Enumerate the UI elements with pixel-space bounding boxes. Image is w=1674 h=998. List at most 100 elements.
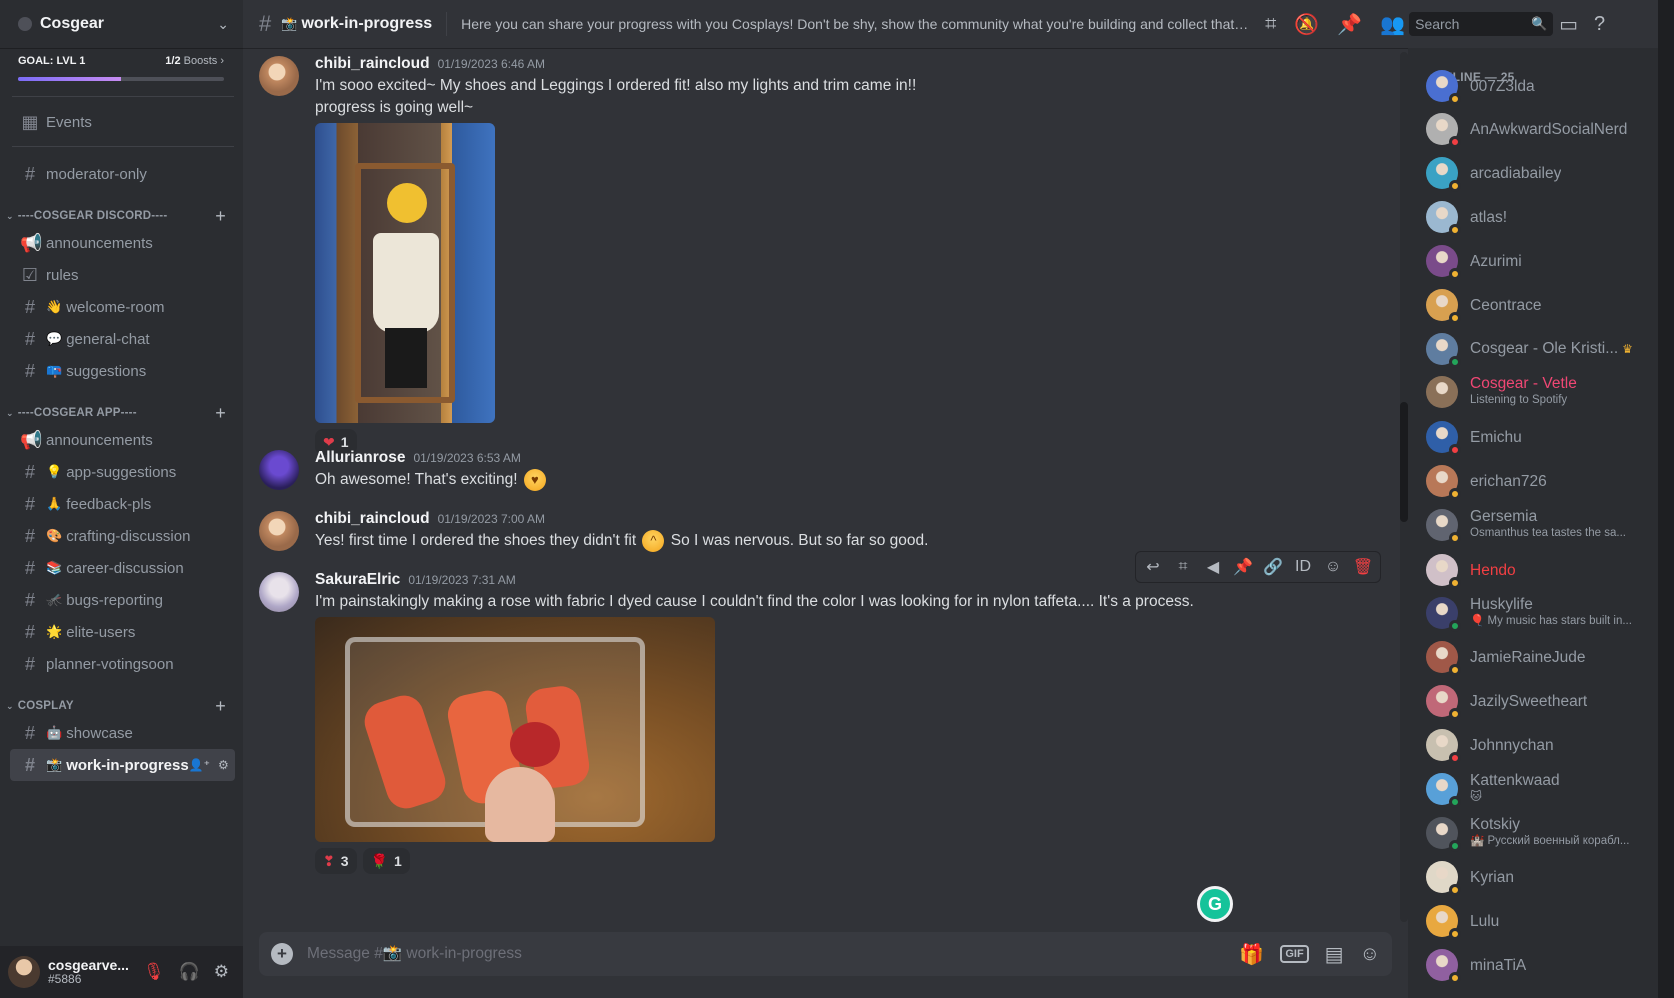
- member-item[interactable]: AnAwkwardSocialNerd: [1418, 108, 1650, 150]
- user-avatar[interactable]: [8, 956, 40, 988]
- member-item[interactable]: Azurimi: [1418, 240, 1650, 282]
- channel-welcome-room[interactable]: # 👋 welcome-room: [10, 291, 235, 323]
- server-header[interactable]: Cosgear ⌄: [0, 0, 243, 48]
- gear-icon[interactable]: ⚙: [218, 758, 229, 772]
- search-box[interactable]: 🔍: [1409, 12, 1554, 36]
- message[interactable]: Allurianrose 01/19/2023 6:53 AM Oh aweso…: [259, 447, 1389, 491]
- pin-icon[interactable]: 📌: [1230, 557, 1256, 577]
- reaction-rose[interactable]: 🌹 1: [362, 848, 410, 874]
- message-author[interactable]: chibi_raincloud: [315, 508, 430, 530]
- channel-topic[interactable]: Here you can share your progress with yo…: [461, 16, 1251, 32]
- channel-career-discussion[interactable]: # 📚 career-discussion: [10, 552, 235, 584]
- member-item[interactable]: erichan726: [1418, 460, 1650, 502]
- help-icon[interactable]: ?: [1594, 13, 1605, 36]
- add-reaction-icon[interactable]: ☺: [1320, 558, 1346, 576]
- grammarly-icon[interactable]: G: [1197, 886, 1233, 922]
- member-item[interactable]: 007Z3lda: [1418, 65, 1650, 107]
- add-channel-icon[interactable]: +: [215, 696, 226, 717]
- author-avatar[interactable]: [259, 450, 299, 490]
- status-idle-icon: [1449, 268, 1461, 280]
- scrollbar[interactable]: [1400, 52, 1408, 922]
- chevron-down-icon[interactable]: ⌄: [217, 16, 229, 33]
- pin-icon[interactable]: 📌: [1337, 12, 1362, 37]
- delete-icon[interactable]: 🗑: [1350, 557, 1376, 577]
- channel-crafting-discussion[interactable]: # 🎨 crafting-discussion: [10, 520, 235, 552]
- inbox-icon[interactable]: ▭: [1559, 12, 1578, 37]
- member-item[interactable]: Johnnychan: [1418, 724, 1650, 766]
- channel-label: career-discussion: [66, 559, 184, 577]
- copy-id-icon[interactable]: ID: [1290, 558, 1316, 576]
- add-channel-icon[interactable]: +: [215, 403, 226, 424]
- member-item[interactable]: JamieRaineJude: [1418, 636, 1650, 678]
- member-item[interactable]: atlas!: [1418, 196, 1650, 238]
- message-input[interactable]: [307, 945, 1240, 963]
- attachment-image[interactable]: [315, 617, 715, 842]
- create-thread-icon[interactable]: ⌗: [1170, 558, 1196, 576]
- mark-unread-icon[interactable]: ◀: [1200, 557, 1226, 577]
- gift-icon[interactable]: 🎁: [1239, 942, 1264, 967]
- mute-mic-icon[interactable]: 🎙: [143, 962, 165, 982]
- author-avatar[interactable]: [259, 56, 299, 96]
- headphones-icon[interactable]: 🎧: [179, 962, 200, 982]
- member-item[interactable]: Cosgear - Vetle Listening to Spotify: [1418, 371, 1650, 413]
- channel-planner-votingsoon[interactable]: # planner-votingsoon: [10, 648, 235, 680]
- member-item[interactable]: arcadiabailey: [1418, 152, 1650, 194]
- category-cosgear-discord[interactable]: ⌄ ----COSGEAR DISCORD---- +: [6, 206, 234, 227]
- member-item[interactable]: minaTiA: [1418, 944, 1650, 986]
- channel-moderator-only[interactable]: # moderator-only: [10, 158, 235, 190]
- attachment-image[interactable]: [315, 123, 495, 423]
- search-input[interactable]: [1415, 16, 1532, 32]
- channel-bugs-reporting[interactable]: # 🦟 bugs-reporting: [10, 584, 235, 616]
- channel-suggestions[interactable]: # 📪 suggestions: [10, 355, 235, 387]
- member-item[interactable]: Kotskiy 🏰 Русский военный корабл...: [1418, 812, 1650, 854]
- category-cosplay[interactable]: ⌄ COSPLAY +: [6, 696, 234, 717]
- message-author[interactable]: chibi_raincloud: [315, 53, 430, 75]
- channel-showcase[interactable]: # 🤖 showcase: [10, 717, 235, 749]
- channel-announcements[interactable]: 📢 announcements: [10, 424, 235, 456]
- channel-general-chat[interactable]: # 💬 general-chat: [10, 323, 235, 355]
- message-author[interactable]: Allurianrose: [315, 447, 405, 469]
- member-item[interactable]: Gersemia Osmanthus tea tastes the sa...: [1418, 504, 1650, 546]
- category-cosgear-app[interactable]: ⌄ ----COSGEAR APP---- +: [6, 403, 234, 424]
- message[interactable]: chibi_raincloud 01/19/2023 7:00 AM Yes! …: [259, 508, 1389, 552]
- member-list-icon[interactable]: 👥: [1380, 12, 1405, 37]
- channel-work-in-progress[interactable]: # 📸 work-in-progress 👤⁺ ⚙: [10, 749, 235, 781]
- channel-app-suggestions[interactable]: # 💡 app-suggestions: [10, 456, 235, 488]
- message[interactable]: ↩ ⌗ ◀ 📌 🔗 ID ☺ 🗑 SakuraElric 01/19/2023 …: [259, 551, 1389, 874]
- hashtag-icon: #: [24, 493, 35, 514]
- emoji-picker-icon[interactable]: ☺: [1360, 943, 1380, 966]
- member-item[interactable]: Kyrian: [1418, 856, 1650, 898]
- add-member-icon[interactable]: 👤⁺: [189, 758, 210, 772]
- channel-feedback-pls[interactable]: # 🙏 feedback-pls: [10, 488, 235, 520]
- gear-icon[interactable]: ⚙: [214, 962, 229, 982]
- message-author[interactable]: SakuraElric: [315, 569, 400, 591]
- member-item[interactable]: Cosgear - Ole Kristi... ♛: [1418, 328, 1650, 370]
- member-item[interactable]: Lulu: [1418, 900, 1650, 942]
- scrollbar-thumb[interactable]: [1400, 402, 1408, 522]
- reply-icon[interactable]: ↩: [1140, 557, 1166, 577]
- member-name: Kotskiy: [1470, 816, 1520, 833]
- author-avatar[interactable]: [259, 572, 299, 612]
- threads-icon[interactable]: ⌗: [1265, 13, 1276, 36]
- channel-announcements[interactable]: 📢 announcements: [10, 227, 235, 259]
- add-channel-icon[interactable]: +: [215, 206, 226, 227]
- copy-link-icon[interactable]: 🔗: [1260, 557, 1286, 577]
- reaction-heart-exclamation[interactable]: ❣ 3: [315, 848, 357, 874]
- member-item[interactable]: Hendo: [1418, 549, 1650, 591]
- member-item[interactable]: Kattenkwaad 🐱: [1418, 768, 1650, 810]
- channel-elite-users[interactable]: # 🌟 elite-users: [10, 616, 235, 648]
- member-item[interactable]: JazilySweetheart: [1418, 680, 1650, 722]
- gif-icon[interactable]: GIF: [1280, 945, 1309, 963]
- member-item[interactable]: Huskylife 🎈 My music has stars built in..…: [1418, 592, 1650, 634]
- events-item[interactable]: ▦ Events: [10, 106, 235, 138]
- author-avatar[interactable]: [259, 511, 299, 551]
- channel-rules[interactable]: ☑ rules: [10, 259, 235, 291]
- member-item[interactable]: Ceontrace: [1418, 284, 1650, 326]
- sticker-icon[interactable]: ▤: [1325, 942, 1344, 967]
- notification-bell-muted-icon[interactable]: 🔕: [1294, 12, 1319, 37]
- add-attachment-icon[interactable]: +: [271, 943, 293, 965]
- user-info[interactable]: cosgearve... #5886: [48, 958, 143, 986]
- boost-goal[interactable]: GOAL: LVL 1 1/2 Boosts ›: [18, 55, 224, 81]
- message[interactable]: chibi_raincloud 01/19/2023 6:46 AM I'm s…: [259, 53, 1389, 455]
- member-item[interactable]: Emichu: [1418, 416, 1650, 458]
